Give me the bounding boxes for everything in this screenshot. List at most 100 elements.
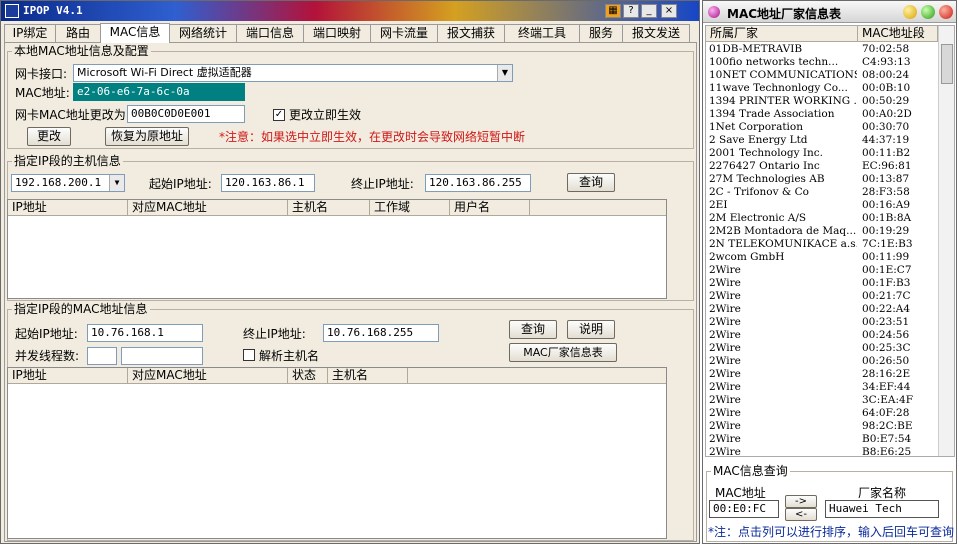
vendor-row[interactable]: 2Wire 28:16:2E bbox=[706, 368, 938, 381]
col-hostname[interactable]: 主机名 bbox=[328, 368, 408, 384]
tab-mac-info[interactable]: MAC信息 bbox=[100, 23, 170, 43]
mac-prefix: 98:2C:BE bbox=[862, 420, 913, 432]
vendor-row[interactable]: 2Wire B8:E6:25 bbox=[706, 446, 938, 456]
close-icon[interactable]: × bbox=[661, 4, 677, 18]
tab-port-mapping[interactable]: 端口映射 bbox=[303, 24, 371, 42]
col-ip-address[interactable]: IP地址 bbox=[8, 200, 128, 216]
col-username[interactable]: 用户名 bbox=[450, 200, 530, 216]
vendor-row[interactable]: 2wcom GmbH 00:11:99 bbox=[706, 251, 938, 264]
col-status[interactable]: 状态 bbox=[288, 368, 328, 384]
col-workgroup[interactable]: 工作域 bbox=[370, 200, 450, 216]
help-icon[interactable]: ? bbox=[623, 4, 639, 18]
vendor-row[interactable]: 2M2B Montadora de Maq... 00:19:29 bbox=[706, 225, 938, 238]
minimize-icon[interactable] bbox=[903, 5, 917, 19]
vendor-row[interactable]: 2Wire 00:1E:C7 bbox=[706, 264, 938, 277]
vendor-row[interactable]: 2Wire B0:E7:54 bbox=[706, 433, 938, 446]
vendor-row[interactable]: 2Wire 00:23:51 bbox=[706, 316, 938, 329]
threads-extra-input[interactable] bbox=[121, 347, 203, 365]
tab-service[interactable]: 服务 bbox=[579, 24, 623, 42]
vendor-row[interactable]: 2Wire 00:24:56 bbox=[706, 329, 938, 342]
vendor-row[interactable]: 1Net Corporation 00:30:70 bbox=[706, 121, 938, 134]
col-empty bbox=[530, 200, 666, 216]
vendor-app-icon bbox=[708, 6, 720, 18]
change-mac-input[interactable]: 00B0C0D0E001 bbox=[127, 105, 245, 123]
ip-select[interactable]: 192.168.200.1 ▼ bbox=[11, 174, 125, 192]
vendor-row[interactable]: 2276427 Ontario Inc EC:96:81 bbox=[706, 160, 938, 173]
tab-packet-send[interactable]: 报文发送 bbox=[622, 24, 690, 42]
vendor-row[interactable]: 2Wire 98:2C:BE bbox=[706, 420, 938, 433]
vendor-row[interactable]: 2EI 00:16:A9 bbox=[706, 199, 938, 212]
vendor-row[interactable]: 01DB-METRAVIB 70:02:58 bbox=[706, 43, 938, 56]
query-vendor-input[interactable]: Huawei Tech bbox=[825, 500, 939, 518]
nic-select[interactable]: Microsoft Wi-Fi Direct 虚拟适配器 ▼ bbox=[73, 64, 513, 82]
macs-end-ip-input[interactable]: 10.76.168.255 bbox=[323, 324, 439, 342]
col-mac-address[interactable]: 对应MAC地址 bbox=[128, 200, 288, 216]
col-hostname[interactable]: 主机名 bbox=[288, 200, 370, 216]
vendor-row[interactable]: 2Wire 00:25:3C bbox=[706, 342, 938, 355]
hosts-end-ip-input[interactable]: 120.163.86.255 bbox=[425, 174, 531, 192]
vendor-scrollbar[interactable] bbox=[938, 26, 954, 456]
vendor-row[interactable]: 10NET COMMUNICATIONS/DCA 08:00:24 bbox=[706, 69, 938, 82]
col-ip-address[interactable]: IP地址 bbox=[8, 368, 128, 384]
tab-port-info[interactable]: 端口信息 bbox=[236, 24, 304, 42]
vendor-row[interactable]: 2001 Technology Inc. 00:11:B2 bbox=[706, 147, 938, 160]
hosts-table[interactable]: IP地址 对应MAC地址 主机名 工作域 用户名 bbox=[7, 199, 667, 299]
vendor-row[interactable]: 100fio networks techn... C4:93:13 bbox=[706, 56, 938, 69]
main-titlebar[interactable]: IPOP V4.1 ▦ ? _ × bbox=[1, 1, 699, 21]
macs-start-ip-input[interactable]: 10.76.168.1 bbox=[87, 324, 203, 342]
vendor-row[interactable]: 2M Electronic A/S 00:1B:8A bbox=[706, 212, 938, 225]
parse-hostname-checkbox[interactable] bbox=[243, 349, 255, 361]
restore-button[interactable]: 恢复为原地址 bbox=[105, 127, 189, 146]
mac-prefix: 00:19:29 bbox=[862, 225, 910, 237]
apply-immediately-checkbox[interactable]: ✓ bbox=[273, 109, 285, 121]
vendor-row[interactable]: 2Wire 00:26:50 bbox=[706, 355, 938, 368]
tab-nic-traffic[interactable]: 网卡流量 bbox=[370, 24, 438, 42]
vendor-row[interactable]: 2Wire 34:EF:44 bbox=[706, 381, 938, 394]
vendor-row[interactable]: 2Wire 64:0F:28 bbox=[706, 407, 938, 420]
lookup-mac-button[interactable]: <- bbox=[785, 508, 817, 521]
vendor-row[interactable]: 27M Technologies AB 00:13:87 bbox=[706, 173, 938, 186]
chevron-down-icon[interactable]: ▼ bbox=[497, 65, 512, 81]
help-button[interactable]: 说明 bbox=[567, 320, 615, 339]
vendor-row[interactable]: 2N TELEKOMUNIKACE a.s. 7C:1E:B3 bbox=[706, 238, 938, 251]
vendor-table[interactable]: 所属厂家 MAC地址段 01DB-METRAVIB 70:02:58 100fio … bbox=[705, 25, 955, 457]
minimize-icon[interactable]: _ bbox=[641, 4, 657, 18]
tab-route[interactable]: 路由 bbox=[55, 24, 101, 42]
tab-packet-capture[interactable]: 报文捕获 bbox=[437, 24, 505, 42]
scrollbar-thumb[interactable] bbox=[941, 44, 953, 84]
mac-prefix: 00:23:51 bbox=[862, 316, 910, 328]
vendor-row[interactable]: 1394 Trade Association 00:A0:2D bbox=[706, 108, 938, 121]
tab-terminal-tools[interactable]: 终端工具 bbox=[504, 24, 580, 42]
threads-input[interactable] bbox=[87, 347, 117, 365]
vendor-row[interactable]: 2 Save Energy Ltd 44:37:19 bbox=[706, 134, 938, 147]
tab-network-stats[interactable]: 网络统计 bbox=[169, 24, 237, 42]
vendor-row[interactable]: 1394 PRINTER WORKING ... 00:50:29 bbox=[706, 95, 938, 108]
vendor-row[interactable]: 2Wire 3C:EA:4F bbox=[706, 394, 938, 407]
vendor-table-button[interactable]: MAC厂家信息表 bbox=[509, 343, 617, 362]
vendor-name: 2Wire bbox=[709, 277, 741, 289]
vendor-row[interactable]: 2Wire 00:22:A4 bbox=[706, 303, 938, 316]
query-mac-input[interactable]: 00:E0:FC bbox=[709, 500, 779, 518]
vendor-row[interactable]: 2Wire 00:21:7C bbox=[706, 290, 938, 303]
tab-ip-bind[interactable]: IP绑定 bbox=[4, 24, 56, 42]
app-menu-icon[interactable]: ▦ bbox=[605, 4, 621, 18]
mac-results-table[interactable]: IP地址 对应MAC地址 状态 主机名 bbox=[7, 367, 667, 539]
lookup-vendor-button[interactable]: -> bbox=[785, 495, 817, 508]
vendor-row[interactable]: 11wave Technonlogy Co... 00:0B:10 bbox=[706, 82, 938, 95]
col-vendor[interactable]: 所属厂家 bbox=[706, 26, 858, 42]
vendor-row[interactable]: 2C - Trifonov & Co 28:F3:58 bbox=[706, 186, 938, 199]
chevron-down-icon[interactable]: ▼ bbox=[109, 175, 124, 191]
col-mac-address[interactable]: 对应MAC地址 bbox=[128, 368, 288, 384]
macs-query-button[interactable]: 查询 bbox=[509, 320, 557, 339]
vendor-titlebar[interactable]: MAC地址厂家信息表 bbox=[703, 1, 956, 23]
maximize-icon[interactable] bbox=[921, 5, 935, 19]
vendor-row[interactable]: 2Wire 00:1F:B3 bbox=[706, 277, 938, 290]
hosts-query-button[interactable]: 查询 bbox=[567, 173, 615, 192]
mac-prefix: C4:93:13 bbox=[862, 56, 911, 68]
mac-prefix: 00:16:A9 bbox=[862, 199, 911, 211]
change-button[interactable]: 更改 bbox=[27, 127, 71, 146]
mac-field[interactable]: e2-06-e6-7a-6c-0a bbox=[73, 83, 245, 101]
hosts-start-ip-input[interactable]: 120.163.86.1 bbox=[221, 174, 315, 192]
col-mac-prefix[interactable]: MAC地址段 bbox=[858, 26, 938, 42]
close-icon[interactable] bbox=[939, 5, 953, 19]
